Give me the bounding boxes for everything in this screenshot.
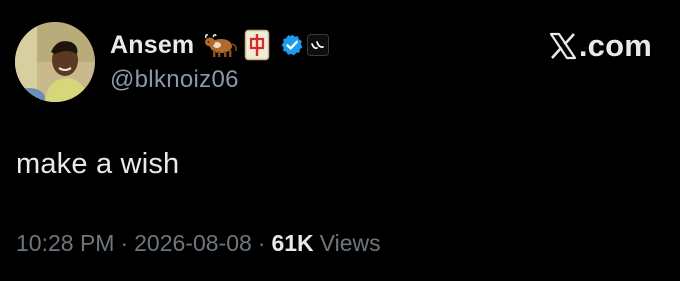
tweet-text: make a wish — [16, 148, 180, 180]
author-name-row: Ansem — [110, 28, 330, 62]
views-count: 61K — [271, 230, 314, 256]
x-logo-icon — [549, 32, 577, 60]
affiliate-logo-icon[interactable] — [307, 34, 330, 56]
site-domain-text: .com — [578, 28, 652, 63]
tweet-date[interactable]: 2026-08-08 — [134, 230, 252, 257]
x-com-logo: .com — [549, 28, 652, 64]
author-display-name[interactable]: Ansem — [110, 31, 194, 60]
avatar[interactable] — [15, 22, 95, 102]
author-handle[interactable]: @blknoiz06 — [110, 66, 239, 94]
verified-badge-icon[interactable] — [280, 33, 304, 57]
avatar-image — [15, 22, 95, 102]
meta-separator: · — [257, 230, 266, 256]
tweet-meta-row: 10:28 PM · 2026-08-08 · 61K Views — [16, 230, 381, 257]
views-label: Views — [319, 230, 381, 256]
mahjong-red-dragon-icon — [244, 29, 270, 61]
meta-separator: · — [120, 230, 129, 256]
ox-emoji-icon — [204, 32, 238, 58]
tweet-time[interactable]: 10:28 PM — [16, 230, 114, 257]
